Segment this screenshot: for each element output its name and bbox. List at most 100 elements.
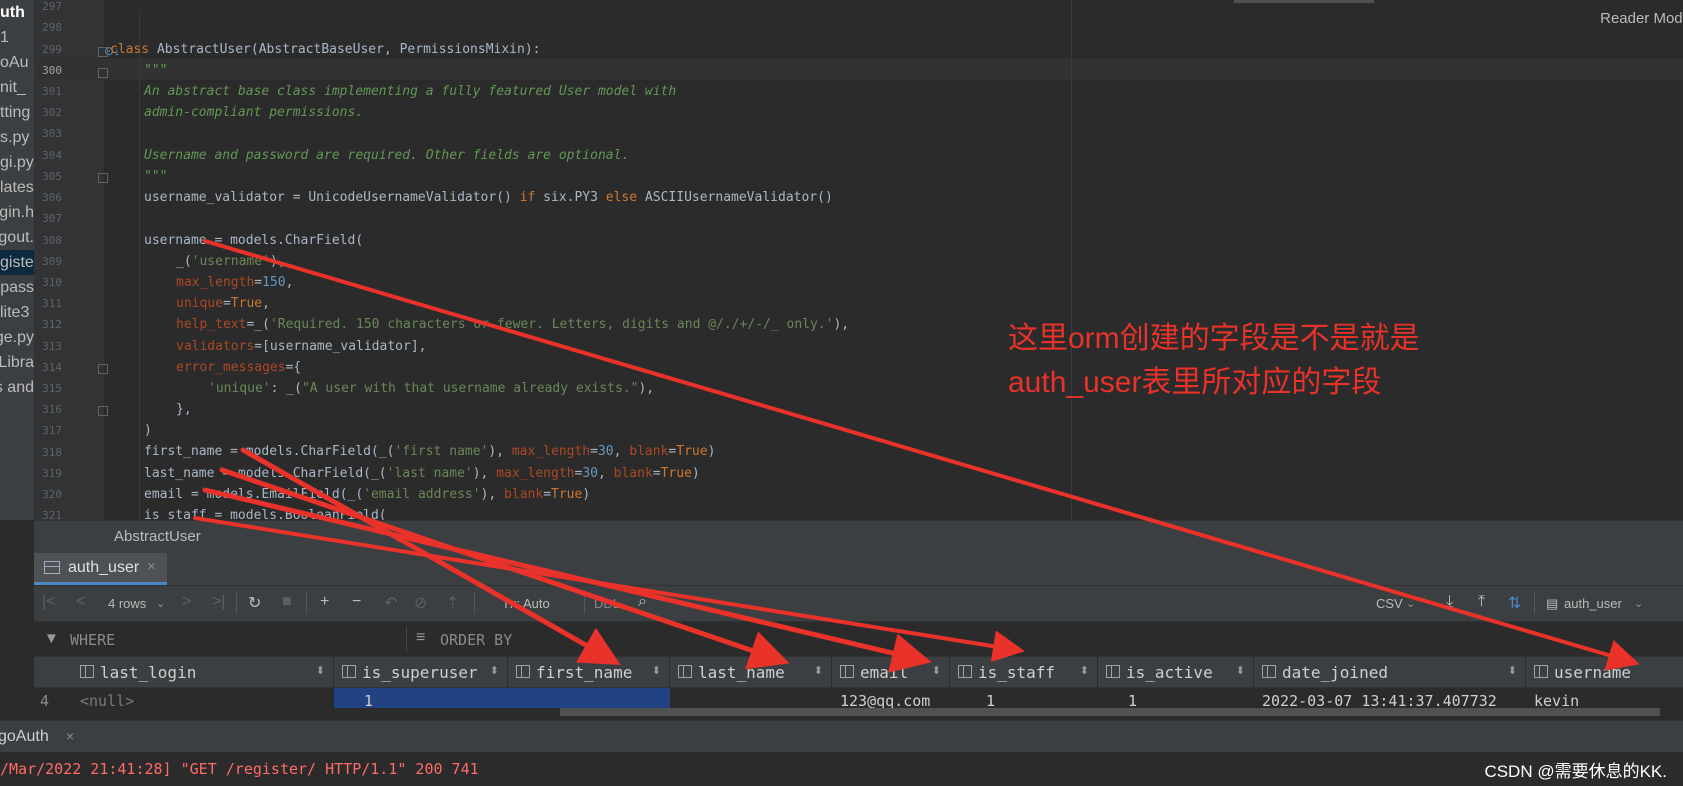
column-header-is-superuser[interactable]: is_superuser ⬍ — [334, 657, 508, 687]
cell-is-staff[interactable]: 1 — [950, 688, 1098, 708]
cell-last-name[interactable] — [670, 688, 832, 708]
breadcrumb-item[interactable]: AbstractUser — [114, 528, 201, 545]
tab-label: goAuth — [0, 728, 49, 745]
sidebar-item[interactable]: uth — [0, 0, 34, 25]
revert-icon[interactable]: ↶ — [384, 593, 397, 613]
tx-mode-selector[interactable]: Tx: Auto — [502, 596, 550, 611]
column-icon — [678, 665, 692, 678]
column-header-last-name[interactable]: last_name ⬍ — [670, 657, 832, 687]
sort-arrows-icon[interactable]: ⬍ — [652, 664, 661, 677]
column-header-username[interactable]: username — [1526, 657, 1683, 687]
code-editor[interactable]: Reader Mode ⊙↓ 297 298 299 300 301 302 3… — [34, 0, 1683, 520]
reader-mode-button[interactable]: Reader Mode — [1600, 10, 1683, 27]
last-page-icon[interactable]: >| — [212, 593, 226, 611]
fold-marker[interactable] — [98, 68, 108, 78]
tab-run-config[interactable]: goAuth × — [0, 721, 82, 752]
code-line: last_name = models.CharField(_('last nam… — [144, 466, 700, 481]
column-header-first-name[interactable]: first_name ⬍ — [508, 657, 670, 687]
sidebar-item[interactable]: lite3 — [0, 300, 34, 325]
sidebar-item[interactable]: tpass — [0, 275, 34, 300]
sidebar-item[interactable]: oAu — [0, 50, 34, 75]
code-line: validators=[username_validator], — [176, 339, 427, 354]
export-format-selector[interactable]: CSV — [1376, 596, 1403, 611]
upload-icon[interactable]: ⤒ — [1478, 593, 1485, 611]
line-number: 314 — [42, 361, 62, 374]
sort-arrows-icon[interactable]: ⬍ — [932, 664, 941, 677]
horizontal-scrollbar[interactable] — [560, 708, 1660, 716]
sort-arrows-icon[interactable]: ⬍ — [1236, 664, 1245, 677]
stop-icon[interactable]: ■ — [282, 593, 292, 611]
sidebar-item[interactable]: s.py — [0, 125, 34, 150]
table-icon — [44, 561, 60, 574]
sort-arrows-icon[interactable]: ⬍ — [1080, 664, 1089, 677]
sidebar-item[interactable]: gin.h — [0, 200, 34, 225]
sidebar-item[interactable]: gi.py — [0, 150, 34, 175]
sidebar-item[interactable]: ge.py — [0, 325, 34, 350]
line-number: 317 — [42, 424, 62, 437]
refresh-icon[interactable]: ↻ — [248, 593, 261, 613]
sidebar-item[interactable]: tting — [0, 100, 34, 125]
sidebar-item-selected[interactable]: giste — [0, 250, 34, 275]
code-line: help_text=_('Required. 150 characters or… — [176, 317, 850, 332]
code-line: _('username'), — [176, 254, 286, 269]
editor-scrollbar[interactable] — [1234, 0, 1374, 3]
sidebar-item[interactable]: Libra — [0, 350, 34, 375]
cell-date-joined[interactable]: 2022-03-07 13:41:37.407732 — [1262, 688, 1526, 708]
console-output[interactable]: /Mar/2022 21:41:28] "GET /register/ HTTP… — [0, 752, 1683, 786]
fold-marker[interactable] — [98, 364, 108, 374]
rows-selector[interactable]: 4 rows — [108, 596, 146, 611]
next-page-icon[interactable]: > — [182, 593, 191, 611]
sort-arrows-icon[interactable]: ⬍ — [490, 664, 499, 677]
first-page-icon[interactable]: |< — [42, 593, 56, 611]
chevron-down-icon[interactable]: ⌄ — [156, 597, 165, 610]
cell-is-active[interactable]: 1 — [1098, 688, 1254, 708]
fold-marker[interactable] — [98, 406, 108, 416]
compare-icon[interactable]: ⊘ — [414, 593, 427, 613]
settings-icon[interactable]: ⇅ — [1508, 593, 1521, 613]
column-icon — [516, 665, 530, 678]
column-icon — [1262, 665, 1276, 678]
search-icon[interactable]: ⌕ — [638, 593, 647, 611]
sort-arrows-icon[interactable]: ⬍ — [814, 664, 823, 677]
ddl-button[interactable]: DDL — [594, 596, 620, 611]
cell-email[interactable]: 123@qq.com — [840, 688, 950, 708]
code-line: class AbstractUser(AbstractBaseUser, Per… — [110, 42, 541, 57]
console-line: /Mar/2022 21:41:28] "GET /register/ HTTP… — [0, 760, 479, 778]
column-header-email[interactable]: email ⬍ — [832, 657, 950, 687]
column-header-last-login[interactable]: last_login ⬍ — [72, 657, 334, 687]
sort-arrows-icon[interactable]: ⬍ — [1508, 664, 1517, 677]
column-header-date-joined[interactable]: date_joined ⬍ — [1254, 657, 1526, 687]
add-row-icon[interactable]: + — [320, 593, 329, 611]
annotation-line: 这里orm创建的字段是不是就是 — [1008, 322, 1420, 355]
cell-last-login[interactable]: <null> — [80, 688, 330, 708]
chevron-down-icon[interactable]: ⌄ — [1406, 597, 1415, 610]
line-number: 312 — [42, 318, 62, 331]
line-number: 299 — [42, 43, 62, 56]
order-by-input[interactable]: ORDER BY — [440, 631, 512, 649]
prev-page-icon[interactable]: < — [76, 593, 85, 611]
datasource-selector[interactable]: auth_user — [1564, 596, 1622, 611]
column-header-is-staff[interactable]: is_staff ⬍ — [950, 657, 1098, 687]
fold-marker[interactable] — [98, 47, 108, 57]
cell-username[interactable]: kevin — [1534, 688, 1683, 708]
cell-is-superuser[interactable]: 1 — [334, 688, 508, 708]
tab-label: auth_user — [68, 559, 140, 576]
sidebar-item[interactable]: nit_ — [0, 75, 34, 100]
sidebar-item[interactable]: s and — [0, 375, 34, 400]
table-row[interactable]: 4 <null> 1 123@qq.com 1 1 2022-03-07 13:… — [34, 688, 1683, 708]
tab-auth-user[interactable]: auth_user × — [34, 553, 167, 585]
chevron-down-icon[interactable]: ⌄ — [1634, 597, 1643, 610]
cell-first-name[interactable] — [508, 688, 670, 708]
sidebar-item[interactable]: lates — [0, 175, 34, 200]
close-icon[interactable]: × — [147, 558, 156, 575]
delete-row-icon[interactable]: − — [352, 593, 361, 611]
sort-arrows-icon[interactable]: ⬍ — [316, 664, 325, 677]
submit-icon[interactable]: ⇡ — [446, 593, 459, 613]
column-header-is-active[interactable]: is_active ⬍ — [1098, 657, 1254, 687]
fold-marker[interactable] — [98, 173, 108, 183]
close-icon[interactable]: × — [66, 728, 74, 744]
sidebar-item[interactable]: gout. — [0, 225, 34, 250]
sidebar-item[interactable]: 1 — [0, 25, 34, 50]
where-input[interactable]: WHERE — [70, 631, 115, 649]
download-icon[interactable]: ⤓ — [1446, 593, 1453, 611]
